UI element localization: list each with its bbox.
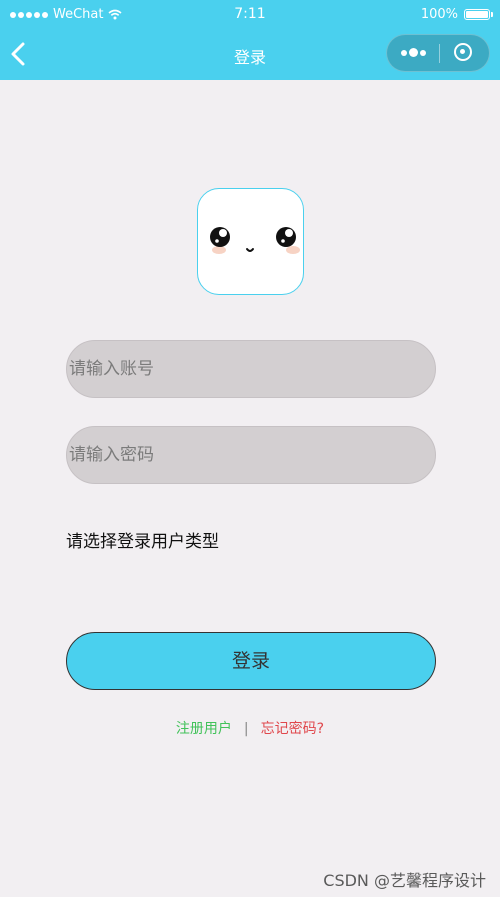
- auth-links: 注册用户 | 忘记密码?: [0, 718, 500, 738]
- register-link[interactable]: 注册用户: [176, 721, 232, 737]
- miniprogram-capsule: [386, 34, 490, 72]
- link-separator: |: [243, 721, 249, 737]
- battery-status: 100%: [420, 7, 493, 22]
- avatar: [197, 188, 304, 295]
- user-type-picker[interactable]: 请选择登录用户类型: [66, 527, 219, 552]
- target-close-icon: [454, 43, 472, 61]
- account-input[interactable]: [66, 340, 436, 398]
- cute-face-icon: [210, 227, 300, 254]
- nav-bar: 登录: [0, 30, 500, 80]
- watermark: CSDN @艺馨程序设计: [323, 871, 486, 890]
- battery-percent: 100%: [420, 7, 458, 22]
- close-miniprogram-button[interactable]: [440, 35, 490, 71]
- more-button[interactable]: [387, 35, 439, 71]
- login-button[interactable]: 登录: [66, 632, 436, 690]
- battery-icon: [464, 9, 493, 20]
- password-input[interactable]: [66, 426, 436, 484]
- status-bar: WeChat 7:11 100%: [0, 0, 500, 30]
- forgot-password-link[interactable]: 忘记密码?: [261, 721, 324, 737]
